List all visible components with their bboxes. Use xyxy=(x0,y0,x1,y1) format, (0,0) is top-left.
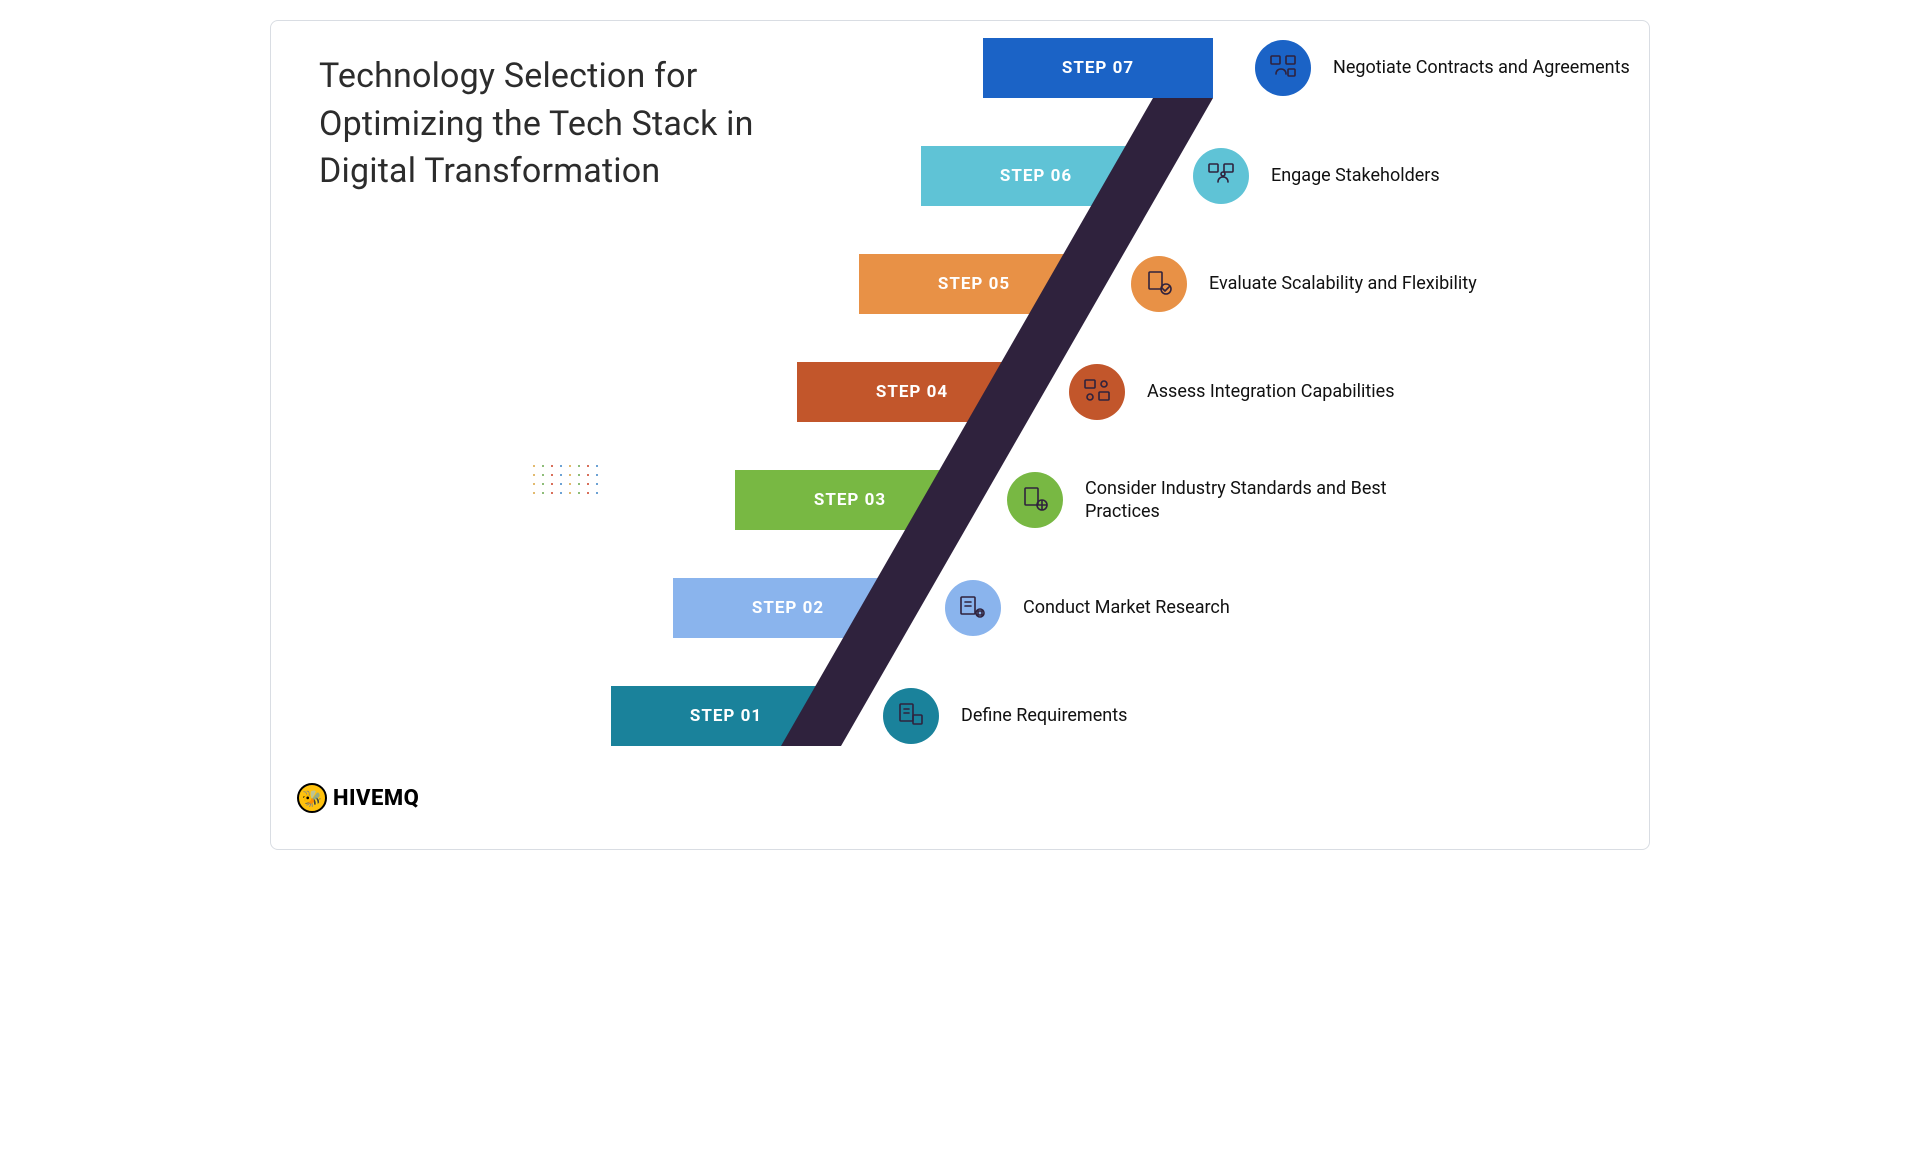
step-icon xyxy=(1069,364,1125,420)
step-description-row: Define Requirements xyxy=(883,688,1127,744)
bee-icon: 🐝 xyxy=(297,783,327,813)
step-description: Engage Stakeholders xyxy=(1271,164,1440,187)
step-description: Evaluate Scalability and Flexibility xyxy=(1209,272,1477,295)
step-description-row: Negotiate Contracts and Agreements xyxy=(1255,40,1630,96)
step-icon xyxy=(1007,472,1063,528)
step-description-row: Evaluate Scalability and Flexibility xyxy=(1131,256,1477,312)
step-label: STEP 07 xyxy=(983,38,1213,98)
step-description-row: Engage Stakeholders xyxy=(1193,148,1440,204)
step-description: Consider Industry Standards and Best Pra… xyxy=(1085,477,1425,524)
hivemq-logo: 🐝 HIVEMQ xyxy=(297,783,419,813)
step-icon xyxy=(1131,256,1187,312)
step-description-row: Conduct Market Research xyxy=(945,580,1230,636)
diagram-frame: Technology Selection for Optimizing the … xyxy=(270,20,1650,850)
logo-text: HIVEMQ xyxy=(333,786,419,811)
step-icon xyxy=(883,688,939,744)
step-icon xyxy=(945,580,1001,636)
step-icon xyxy=(1255,40,1311,96)
step-description: Assess Integration Capabilities xyxy=(1147,380,1395,403)
step-description-row: Assess Integration Capabilities xyxy=(1069,364,1395,420)
step-description-row: Consider Industry Standards and Best Pra… xyxy=(1007,472,1425,528)
step-icon xyxy=(1193,148,1249,204)
step-description: Define Requirements xyxy=(961,704,1127,727)
staircase: STEP 01Define RequirementsSTEP 02Conduct… xyxy=(271,21,1649,849)
step-description: Conduct Market Research xyxy=(1023,596,1230,619)
step-description: Negotiate Contracts and Agreements xyxy=(1333,56,1630,79)
